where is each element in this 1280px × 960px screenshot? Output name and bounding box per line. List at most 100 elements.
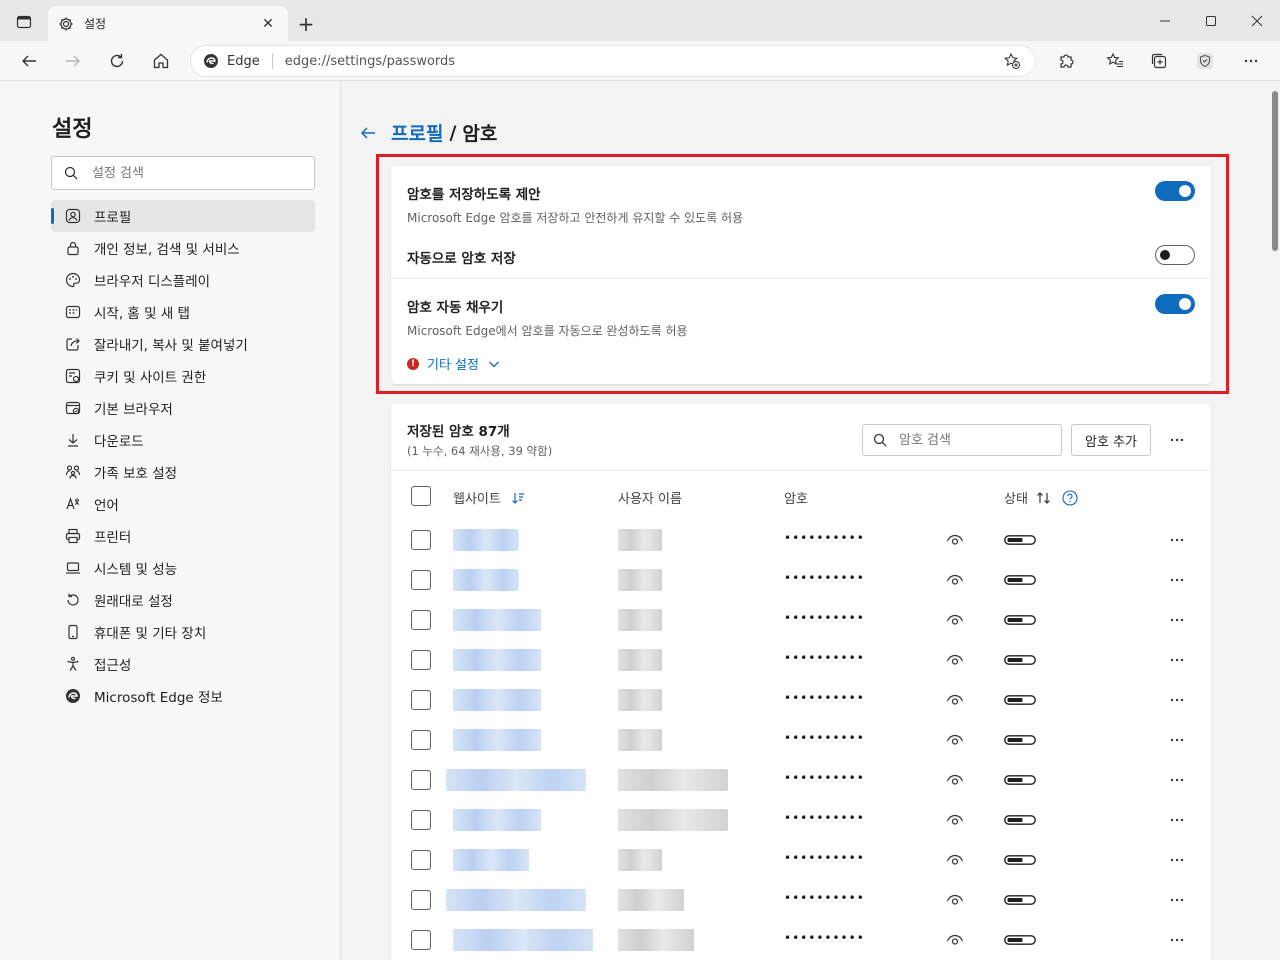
table-row[interactable]: ••••••••••: [391, 920, 1211, 960]
column-website[interactable]: 웹사이트: [453, 488, 525, 507]
sidebar-item-15[interactable]: Microsoft Edge 정보: [51, 680, 315, 712]
row-checkbox[interactable]: [411, 610, 431, 630]
table-row[interactable]: ••••••••••: [391, 640, 1211, 680]
sidebar-item-13[interactable]: 휴대폰 및 기타 장치: [51, 616, 315, 648]
add-password-button[interactable]: 암호 추가: [1071, 424, 1151, 456]
row-more-options-icon[interactable]: [1165, 608, 1189, 632]
row-more-options-icon[interactable]: [1165, 808, 1189, 832]
url-text[interactable]: edge://settings/passwords: [285, 54, 1001, 69]
forward-button[interactable]: [57, 45, 89, 77]
row-more-options-icon[interactable]: [1165, 888, 1189, 912]
sidebar-item-0[interactable]: 프로필: [51, 200, 315, 232]
eye-icon[interactable]: [946, 692, 964, 708]
row-checkbox[interactable]: [411, 530, 431, 550]
website-value-redacted[interactable]: [453, 929, 593, 951]
maximize-icon[interactable]: [1188, 0, 1234, 41]
scrollbar-thumb[interactable]: [1272, 91, 1278, 251]
row-checkbox[interactable]: [411, 890, 431, 910]
eye-icon[interactable]: [946, 532, 964, 548]
sidebar-item-12[interactable]: 원래대로 설정: [51, 584, 315, 616]
settings-search-input[interactable]: [92, 165, 292, 181]
close-tab-icon[interactable]: ✕: [258, 14, 278, 34]
row-more-options-icon[interactable]: [1165, 768, 1189, 792]
row-checkbox[interactable]: [411, 770, 431, 790]
minimize-icon[interactable]: [1142, 0, 1188, 41]
sidebar-item-9[interactable]: 언어: [51, 488, 315, 520]
table-row[interactable]: ••••••••••: [391, 720, 1211, 760]
sidebar-item-3[interactable]: 시작, 홈 및 새 탭: [51, 296, 315, 328]
browser-essentials-button[interactable]: [1189, 45, 1221, 77]
website-value-redacted[interactable]: [453, 849, 529, 871]
offer-save-toggle[interactable]: [1155, 181, 1195, 201]
breadcrumb-profile-link[interactable]: 프로필: [391, 119, 443, 146]
address-bar[interactable]: Edge edge://settings/passwords: [190, 45, 1036, 77]
row-checkbox[interactable]: [411, 730, 431, 750]
password-search-box[interactable]: [862, 424, 1062, 456]
more-options-icon[interactable]: [1165, 428, 1189, 452]
close-window-icon[interactable]: [1234, 0, 1280, 41]
eye-icon[interactable]: [946, 852, 964, 868]
home-button[interactable]: [145, 45, 177, 77]
extensions-button[interactable]: [1050, 45, 1082, 77]
row-more-options-icon[interactable]: [1165, 728, 1189, 752]
website-value-redacted[interactable]: [453, 529, 519, 551]
website-value-redacted[interactable]: [446, 769, 586, 791]
website-value-redacted[interactable]: [453, 569, 519, 591]
row-more-options-icon[interactable]: [1165, 848, 1189, 872]
table-row[interactable]: ••••••••••: [391, 800, 1211, 840]
sidebar-item-4[interactable]: 잘라내기, 복사 및 붙여넣기: [51, 328, 315, 360]
more-settings-link[interactable]: ! 기타 설정: [407, 354, 501, 373]
tab-settings[interactable]: 설정 ✕: [48, 6, 288, 41]
settings-search-box[interactable]: [51, 156, 315, 190]
sidebar-item-14[interactable]: 접근성: [51, 648, 315, 680]
sidebar-item-2[interactable]: 브라우저 디스플레이: [51, 264, 315, 296]
eye-icon[interactable]: [946, 732, 964, 748]
website-value-redacted[interactable]: [446, 889, 586, 911]
settings-more-button[interactable]: [1235, 45, 1267, 77]
table-row[interactable]: ••••••••••: [391, 520, 1211, 560]
eye-icon[interactable]: [946, 772, 964, 788]
row-checkbox[interactable]: [411, 570, 431, 590]
table-row[interactable]: ••••••••••: [391, 840, 1211, 880]
sidebar-item-8[interactable]: 가족 보호 설정: [51, 456, 315, 488]
select-all-checkbox[interactable]: [411, 486, 431, 506]
row-checkbox[interactable]: [411, 850, 431, 870]
row-checkbox[interactable]: [411, 650, 431, 670]
eye-icon[interactable]: [946, 652, 964, 668]
table-row[interactable]: ••••••••••: [391, 880, 1211, 920]
row-more-options-icon[interactable]: [1165, 688, 1189, 712]
website-value-redacted[interactable]: [453, 649, 541, 671]
table-row[interactable]: ••••••••••: [391, 600, 1211, 640]
collections-button[interactable]: [1143, 45, 1175, 77]
website-value-redacted[interactable]: [453, 609, 541, 631]
back-arrow-icon[interactable]: [359, 124, 377, 142]
table-row[interactable]: ••••••••••: [391, 760, 1211, 800]
favorites-button[interactable]: [1099, 45, 1131, 77]
eye-icon[interactable]: [946, 812, 964, 828]
refresh-button[interactable]: [101, 45, 133, 77]
sidebar-item-11[interactable]: 시스템 및 성능: [51, 552, 315, 584]
sidebar-item-5[interactable]: 쿠키 및 사이트 권한: [51, 360, 315, 392]
row-more-options-icon[interactable]: [1165, 528, 1189, 552]
back-button[interactable]: [13, 45, 45, 77]
table-row[interactable]: ••••••••••: [391, 560, 1211, 600]
column-username[interactable]: 사용자 이름: [618, 488, 682, 507]
help-icon[interactable]: [1062, 489, 1078, 506]
column-status[interactable]: 상태: [1004, 488, 1078, 507]
website-value-redacted[interactable]: [453, 729, 541, 751]
eye-icon[interactable]: [946, 572, 964, 588]
eye-icon[interactable]: [946, 932, 964, 948]
row-more-options-icon[interactable]: [1165, 568, 1189, 592]
tab-actions-button[interactable]: [10, 10, 38, 34]
sidebar-item-1[interactable]: 개인 정보, 검색 및 서비스: [51, 232, 315, 264]
row-checkbox[interactable]: [411, 810, 431, 830]
sidebar-item-7[interactable]: 다운로드: [51, 424, 315, 456]
row-checkbox[interactable]: [411, 930, 431, 950]
add-favorite-icon[interactable]: [1001, 50, 1023, 72]
sidebar-item-6[interactable]: 기본 브라우저: [51, 392, 315, 424]
password-search-input[interactable]: [899, 432, 1049, 448]
website-value-redacted[interactable]: [453, 809, 541, 831]
new-tab-icon[interactable]: +: [292, 12, 320, 36]
sidebar-item-10[interactable]: 프린터: [51, 520, 315, 552]
eye-icon[interactable]: [946, 892, 964, 908]
